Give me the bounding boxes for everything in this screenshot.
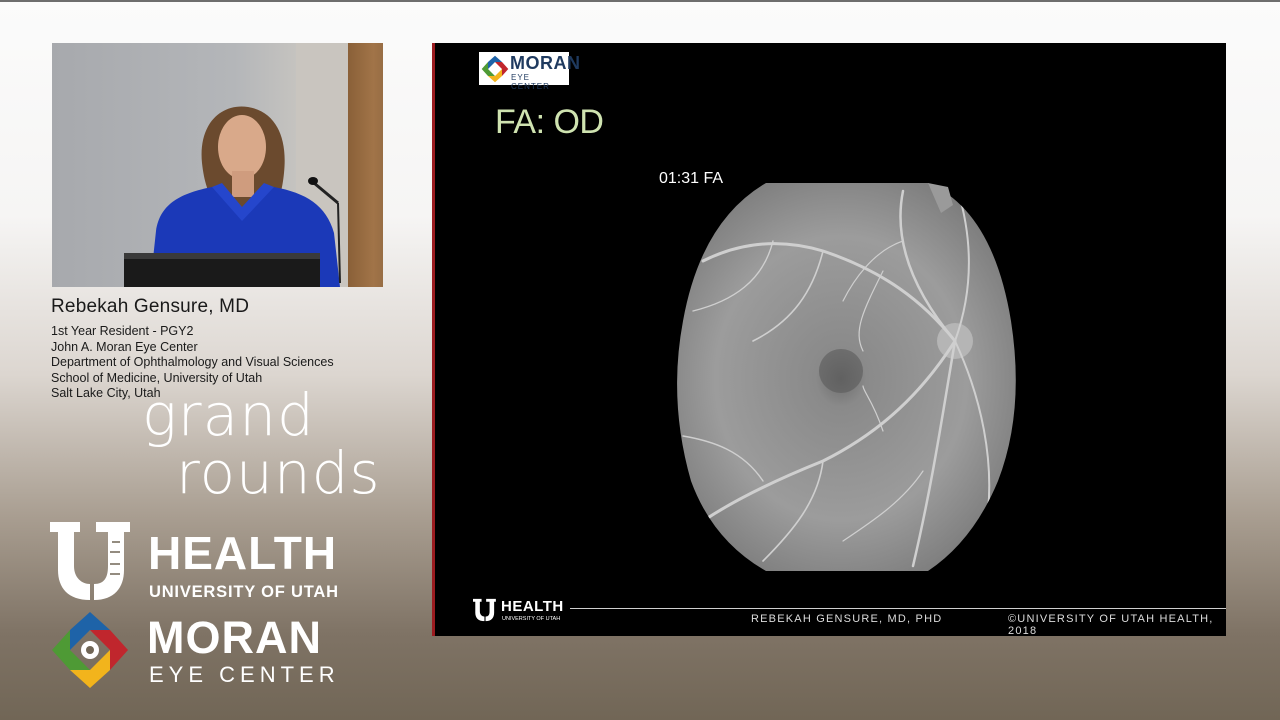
fundus-angiogram-image (677, 183, 1016, 571)
moran-eye-center-logo-icon (52, 612, 128, 688)
u-health-logo-icon (50, 522, 130, 600)
slide-title: FA: OD (495, 103, 604, 141)
slide-health-word: HEALTH (501, 598, 564, 615)
slide-logo-sub: EYE CENTER (511, 73, 550, 91)
eye-center-text: EYE CENTER (149, 662, 340, 687)
slide-health-sub: UNIVERSITY OF UTAH (502, 616, 561, 622)
presentation-slide: MORAN EYE CENTER FA: OD 01:31 FA HEALTH … (432, 43, 1226, 636)
slide-u-health-icon (473, 598, 496, 622)
university-of-utah-text: UNIVERSITY OF UTAH (149, 583, 339, 601)
health-wordmark: HEALTH (148, 527, 338, 579)
speaker-video (52, 43, 383, 287)
speaker-title: 1st Year Resident - PGY2 (51, 324, 194, 338)
grand-rounds-word-1: grand (142, 381, 315, 449)
grand-rounds-word-2: rounds (176, 439, 381, 507)
slide-logo-word: MORAN (510, 53, 581, 73)
slide-footer-divider (570, 608, 1226, 609)
speaker-department: Department of Ophthalmology and Visual S… (51, 355, 334, 370)
speaker-name: Rebekah Gensure, MD (51, 296, 250, 317)
slide-footer-author: REBEKAH GENSURE, MD, PHD (751, 613, 943, 625)
slide-footer-copyright: ©UNIVERSITY OF UTAH HEALTH, 2018 (1008, 613, 1214, 636)
slide-moran-logo: MORAN EYE CENTER (479, 52, 580, 91)
speaker-figure (124, 106, 341, 287)
moran-wordmark: MORAN (147, 612, 322, 663)
speaker-institution: John A. Moran Eye Center (51, 339, 198, 354)
slide-moran-logo-icon (481, 55, 509, 83)
top-border (0, 0, 1280, 2)
slide-health-logo: HEALTH UNIVERSITY OF UTAH (473, 595, 563, 630)
